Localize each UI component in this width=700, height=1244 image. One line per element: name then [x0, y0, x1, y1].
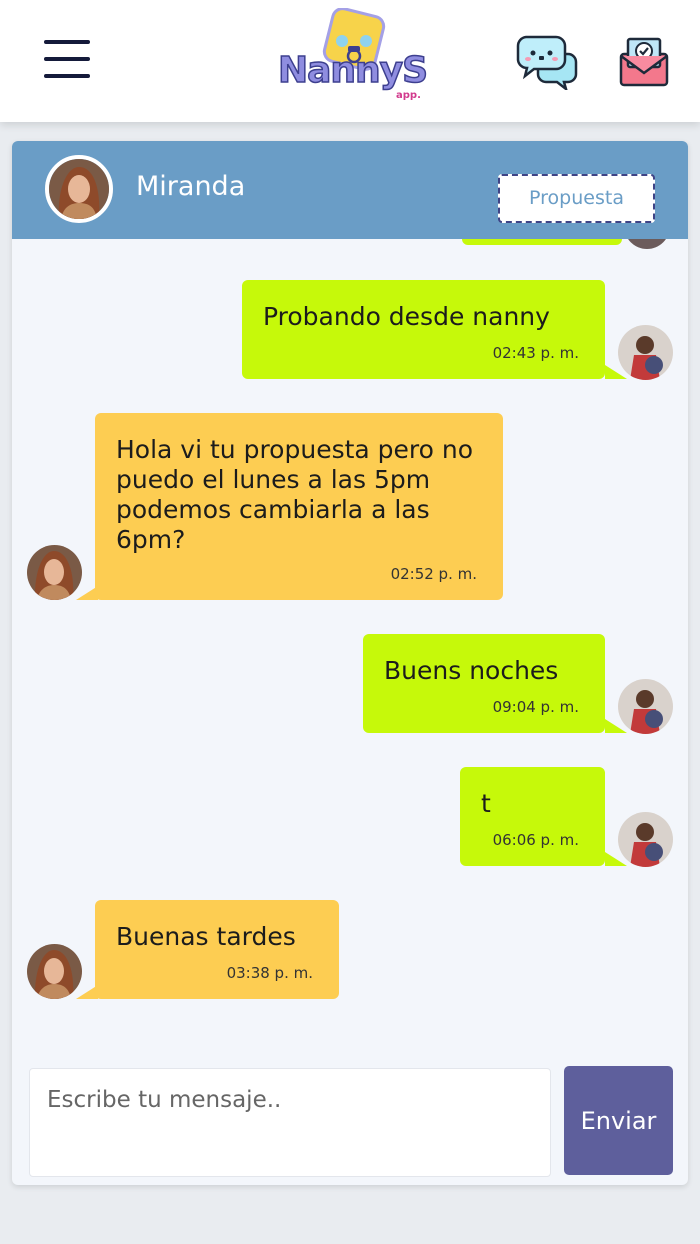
contact-avatar-small — [27, 545, 82, 600]
nannys-logo[interactable]: NannyS app. — [272, 7, 432, 106]
proposal-button[interactable]: Propuesta — [498, 174, 655, 223]
message-bubble-sent[interactable]: Probando desde nanny 02:43 p. m. — [242, 280, 605, 379]
contact-name: Miranda — [136, 171, 246, 202]
message-list[interactable]: Probando desde nanny 02:43 p. m. Hola vi… — [12, 239, 688, 1059]
message-text: Hola vi tu propuesta pero no puedo el lu… — [116, 435, 474, 554]
partial-sender-avatar — [624, 239, 670, 249]
message-text: t — [481, 789, 491, 818]
top-navigation-bar: NannyS app. — [0, 0, 700, 122]
send-button[interactable]: Enviar — [564, 1066, 673, 1175]
message-text: Buens noches — [384, 656, 559, 685]
sender-avatar — [618, 679, 673, 734]
message-time: 02:52 p. m. — [390, 565, 477, 583]
sender-avatar — [618, 325, 673, 380]
message-bubble-received[interactable]: Hola vi tu propuesta pero no puedo el lu… — [95, 413, 503, 600]
chat-header: Miranda Propuesta — [12, 141, 688, 239]
hamburger-menu-icon[interactable] — [42, 38, 94, 80]
logo-text: NannyS — [277, 49, 429, 92]
contact-avatar[interactable] — [45, 155, 113, 223]
message-bubble-received[interactable]: Buenas tardes 03:38 p. m. — [95, 900, 339, 999]
message-text: Buenas tardes — [116, 922, 296, 951]
logo-subtext: app. — [396, 90, 421, 101]
message-bubble-sent[interactable]: t 06:06 p. m. — [460, 767, 605, 866]
message-time: 06:06 p. m. — [492, 831, 579, 849]
envelope-check-icon[interactable] — [618, 36, 670, 88]
chat-bubbles-icon[interactable] — [516, 34, 578, 93]
partial-sent-bubble — [462, 239, 622, 245]
contact-avatar-small — [27, 944, 82, 999]
message-time: 02:43 p. m. — [492, 344, 579, 362]
message-text: Probando desde nanny — [263, 302, 550, 331]
message-time: 03:38 p. m. — [226, 964, 313, 982]
chat-panel: Miranda Propuesta Probando desde nanny 0… — [12, 141, 688, 1185]
sender-avatar — [618, 812, 673, 867]
message-input[interactable] — [29, 1068, 551, 1177]
message-bubble-sent[interactable]: Buens noches 09:04 p. m. — [363, 634, 605, 733]
message-composer: Enviar — [12, 1059, 688, 1185]
message-time: 09:04 p. m. — [492, 698, 579, 716]
